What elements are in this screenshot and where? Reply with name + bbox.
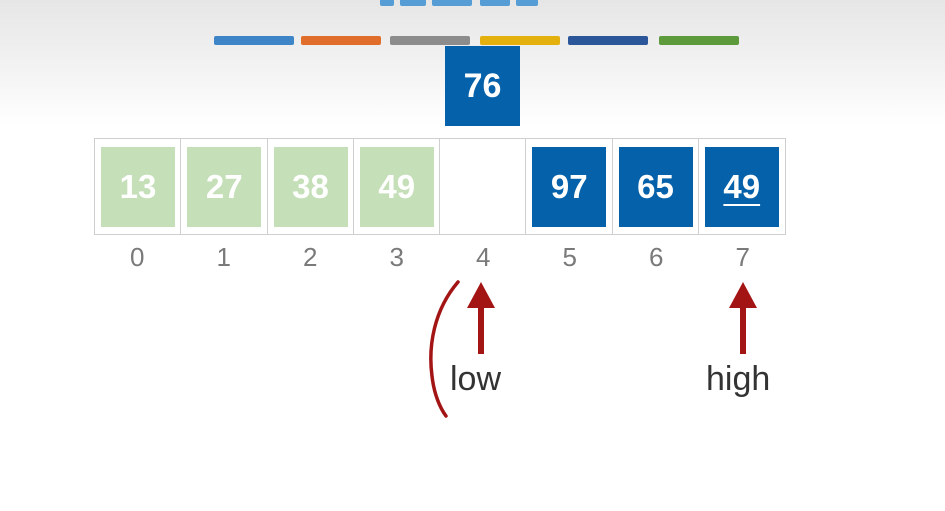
- color-bar: [214, 36, 294, 45]
- color-bar: [390, 36, 470, 45]
- array-cell-4: [440, 139, 527, 234]
- title-fragment: [370, 0, 570, 6]
- index-label: 5: [562, 242, 577, 272]
- index-label: 7: [735, 242, 750, 272]
- color-bar-strip: [0, 36, 945, 46]
- array-cell-6: 65: [613, 139, 699, 234]
- high-pointer-arrow-icon: [729, 282, 757, 354]
- index-label: 3: [389, 242, 404, 272]
- cell-value: [446, 147, 520, 227]
- index-label: 1: [216, 242, 231, 272]
- array: 13 27 38 49 97 65 49: [94, 138, 786, 235]
- cell-value: 27: [187, 147, 262, 227]
- cell-value: 65: [618, 147, 693, 227]
- color-bar: [480, 36, 560, 45]
- cell-value: 49: [704, 147, 779, 227]
- high-pointer-label: high: [706, 360, 771, 398]
- color-bar: [659, 36, 739, 45]
- pivot-value: 76: [445, 46, 520, 126]
- index-label: 4: [476, 242, 491, 272]
- cell-value: 97: [532, 147, 607, 227]
- index-label: 0: [130, 242, 145, 272]
- array-cell-7: 49: [699, 139, 785, 234]
- color-bar: [301, 36, 381, 45]
- index-label: 6: [649, 242, 664, 272]
- array-cell-1: 27: [181, 139, 268, 234]
- handwritten-bracket-annotation: [429, 280, 460, 418]
- index-label: 2: [303, 242, 318, 272]
- array-cell-5: 97: [526, 139, 613, 234]
- cell-value: 49: [359, 147, 434, 227]
- array-cell-3: 49: [354, 139, 440, 234]
- color-bar: [568, 36, 648, 45]
- index-row: 0 1 2 3 4 5 6 7: [94, 240, 786, 274]
- low-pointer-arrow-icon: [467, 282, 495, 354]
- array-cell-2: 38: [268, 139, 354, 234]
- array-cell-0: 13: [95, 139, 182, 234]
- cell-value: 13: [101, 147, 175, 227]
- cell-value: 38: [273, 147, 348, 227]
